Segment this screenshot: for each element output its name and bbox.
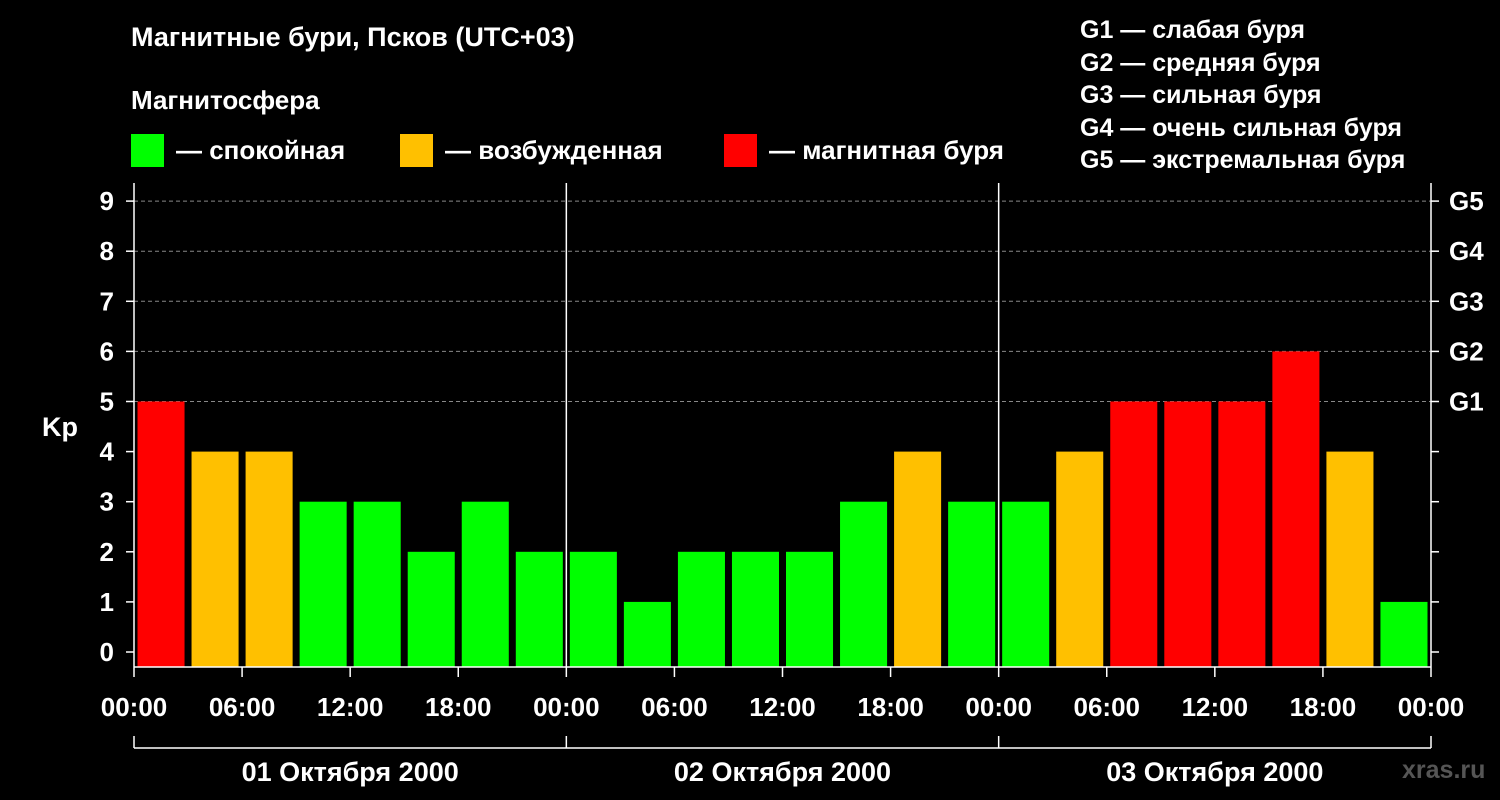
y-axis-label: Kp — [42, 412, 78, 442]
kp-bar — [1110, 401, 1158, 667]
day-label: 03 Октября 2000 — [1106, 757, 1323, 787]
x-tick-label: 12:00 — [317, 692, 384, 722]
x-tick-label: 12:00 — [749, 692, 816, 722]
y-tick-label: 7 — [100, 286, 114, 316]
kp-bar — [840, 501, 888, 667]
legend-swatch-active — [400, 133, 433, 167]
x-tick-label: 06:00 — [641, 692, 708, 722]
x-tick-label: 00:00 — [101, 692, 168, 722]
kp-bar — [731, 551, 779, 667]
legend-item-active: — возбужденная — [400, 132, 663, 168]
kp-bar — [1164, 401, 1212, 667]
g-level-label: G5 — [1449, 186, 1484, 216]
kp-bar — [137, 401, 185, 667]
kp-bar — [786, 551, 834, 667]
legend-swatch-storm — [724, 133, 757, 167]
kp-bar — [191, 451, 239, 667]
x-tick-label: 06:00 — [1074, 692, 1141, 722]
g-scale-item: G2 — средняя буря — [1080, 48, 1321, 77]
x-tick-label: 18:00 — [425, 692, 492, 722]
y-tick-label: 3 — [100, 487, 114, 517]
g-level-label: G3 — [1449, 286, 1484, 316]
legend-label-quiet: — спокойная — [176, 134, 346, 165]
kp-bar — [623, 601, 671, 667]
kp-bar — [948, 501, 996, 667]
kp-bar — [515, 551, 563, 667]
kp-bar — [569, 551, 617, 667]
y-tick-label: 4 — [100, 437, 115, 467]
kp-bar — [353, 501, 401, 667]
y-tick-label: 8 — [100, 236, 114, 266]
day-label: 01 Октября 2000 — [242, 757, 459, 787]
x-tick-label: 00:00 — [965, 692, 1032, 722]
kp-bar — [894, 451, 942, 667]
legend-label-storm: — магнитная буря — [769, 134, 1004, 165]
day-label: 02 Октября 2000 — [674, 757, 891, 787]
x-tick-label: 18:00 — [857, 692, 924, 722]
kp-bar — [1002, 501, 1050, 667]
g-scale-item: G5 — экстремальная буря — [1080, 146, 1406, 174]
y-tick-label: 1 — [100, 587, 114, 617]
x-tick-label: 00:00 — [533, 692, 600, 722]
legend-item-storm: — магнитная буря — [724, 132, 1004, 168]
kp-bar — [245, 451, 293, 667]
kp-bar — [1272, 351, 1320, 667]
g-scale-legend: G1 — слабая буря G2 — средняя буря G3 — … — [1080, 14, 1405, 177]
kp-bar — [1380, 601, 1428, 667]
y-tick-label: 9 — [100, 186, 114, 216]
y-tick-label: 2 — [100, 537, 114, 567]
magnetosphere-subtitle: Магнитосфера — [131, 85, 320, 115]
y-tick-label: 6 — [100, 336, 114, 366]
y-tick-label: 5 — [100, 387, 114, 417]
x-tick-label: 06:00 — [209, 692, 276, 722]
kp-bar — [461, 501, 509, 667]
legend-swatch-quiet — [131, 133, 164, 167]
g-scale-item: G3 — сильная буря — [1080, 81, 1322, 109]
legend-item-quiet: — спокойная — [131, 132, 345, 168]
x-tick-label: 00:00 — [1398, 692, 1465, 722]
kp-bar — [677, 551, 725, 667]
g-scale-item: G1 — слабая буря — [1080, 16, 1306, 44]
g-level-label: G2 — [1449, 336, 1484, 366]
kp-bar — [1056, 451, 1104, 667]
g-level-label: G1 — [1449, 387, 1484, 417]
y-tick-label: 0 — [100, 637, 114, 667]
legend-label-active: — возбужденная — [445, 134, 663, 165]
x-tick-label: 12:00 — [1182, 692, 1249, 722]
page-title: Магнитные бури, Псков (UTC+03) — [131, 22, 575, 52]
kp-bar — [299, 501, 347, 667]
watermark: xras.ru — [1402, 756, 1486, 784]
g-scale-item: G4 — очень сильная буря — [1080, 113, 1402, 142]
kp-bar — [1218, 401, 1266, 667]
kp-bar — [1326, 451, 1374, 667]
kp-bar — [407, 551, 455, 667]
g-level-label: G4 — [1449, 236, 1484, 266]
x-tick-label: 18:00 — [1290, 692, 1357, 722]
